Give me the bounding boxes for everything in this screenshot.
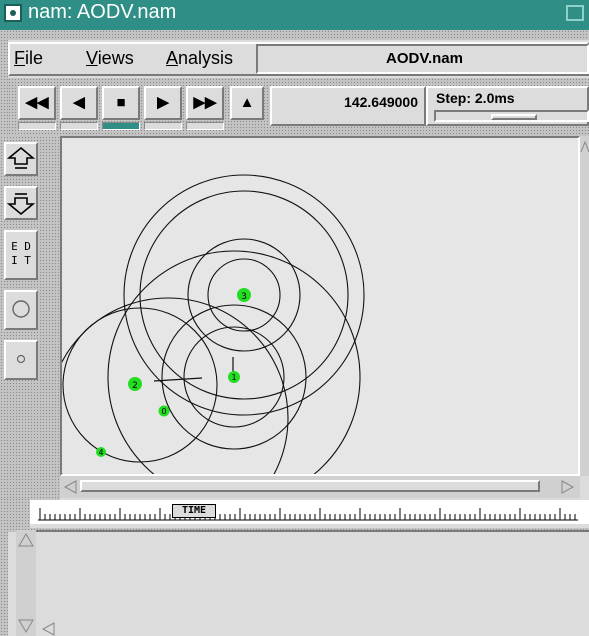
time-display: 142.649000 [270,86,426,126]
svg-text:0: 0 [161,407,166,416]
node-0[interactable]: 0 [158,405,170,417]
network-graph[interactable]: 3 1 2 0 4 [62,138,578,474]
scroll-up-icon [18,533,34,547]
zoom-out-button[interactable] [4,186,38,220]
edit-button[interactable]: E D I T [4,230,38,280]
rewind-button[interactable]: ◀◀ [18,86,56,120]
filename-display: AODV.nam [256,44,589,74]
annotation-panel[interactable] [36,530,589,636]
scroll-left-icon [63,480,77,494]
timeline-ticks [38,508,578,521]
play-indicator [144,122,182,130]
svg-text:1: 1 [231,373,236,382]
play-button[interactable]: ▶ [144,86,182,120]
window-frame-top [0,30,589,40]
horizontal-scroll-thumb[interactable] [80,480,540,492]
stop-indicator [102,122,140,130]
fast-forward-icon: ▶▶ [193,94,217,111]
bottom-vertical-scrollbar[interactable] [16,530,36,636]
window-menu-icon[interactable] [4,4,22,22]
timeline-ruler[interactable]: TIME [30,500,589,524]
eject-button[interactable]: ▲ [230,86,264,120]
menu-file[interactable]: File [14,48,43,69]
node-3[interactable]: 3 [237,288,251,302]
fast-forward-indicator [186,122,224,130]
small-circle-icon [16,354,26,364]
back-indicator [60,122,98,130]
timeline-frame [0,498,30,528]
eject-icon: ▲ [239,94,255,111]
node-2[interactable]: 2 [128,377,142,391]
edit-label-line-1: E D [11,240,31,253]
small-node-button[interactable] [4,340,38,380]
title-bar[interactable]: nam: AODV.nam [0,0,589,30]
range-circle [107,250,361,474]
canvas-vertical-scrollbar[interactable] [580,136,589,476]
play-icon: ▶ [157,94,169,111]
scroll-up-icon [580,140,589,153]
stop-button[interactable]: ■ [102,86,140,120]
zoom-in-icon [6,146,36,169]
scroll-right-icon [561,480,575,494]
menu-analysis[interactable]: Analysis [166,48,233,69]
edit-label-line-2: I T [11,254,31,267]
step-label: Step: 2.0ms [436,90,515,106]
node-4[interactable]: 4 [96,447,106,457]
canvas-horizontal-scrollbar[interactable] [60,476,580,498]
filename-label: AODV.nam [386,50,463,67]
route-segment [153,377,203,382]
menu-views[interactable]: Views [86,48,134,69]
play-backward-icon: ◀ [73,94,85,111]
step-control: Step: 2.0ms [426,86,589,126]
svg-text:2: 2 [132,381,138,391]
scroll-left-icon [41,622,55,636]
network-canvas[interactable]: 3 1 2 0 4 [60,136,580,476]
step-back-button[interactable]: ◀ [60,86,98,120]
node-1[interactable]: 1 [228,371,240,383]
time-marker[interactable]: TIME [172,504,216,518]
step-slider-thumb[interactable] [491,114,537,120]
svg-text:3: 3 [241,292,247,302]
zoom-out-icon [6,193,36,216]
current-time: 142.649000 [344,94,418,110]
scroll-down-icon [18,619,34,633]
restore-icon[interactable] [566,5,584,21]
large-circle-icon [12,300,30,318]
large-node-button[interactable] [4,290,38,330]
stop-icon: ■ [116,94,126,111]
fast-forward-button[interactable]: ▶▶ [186,86,224,120]
svg-text:4: 4 [98,448,103,457]
zoom-in-button[interactable] [4,142,38,176]
transmission-ranges [62,174,365,474]
window-title: nam: AODV.nam [28,1,177,23]
step-slider[interactable] [434,110,589,122]
rewind-indicator [18,122,56,130]
rewind-icon: ◀◀ [25,94,49,111]
